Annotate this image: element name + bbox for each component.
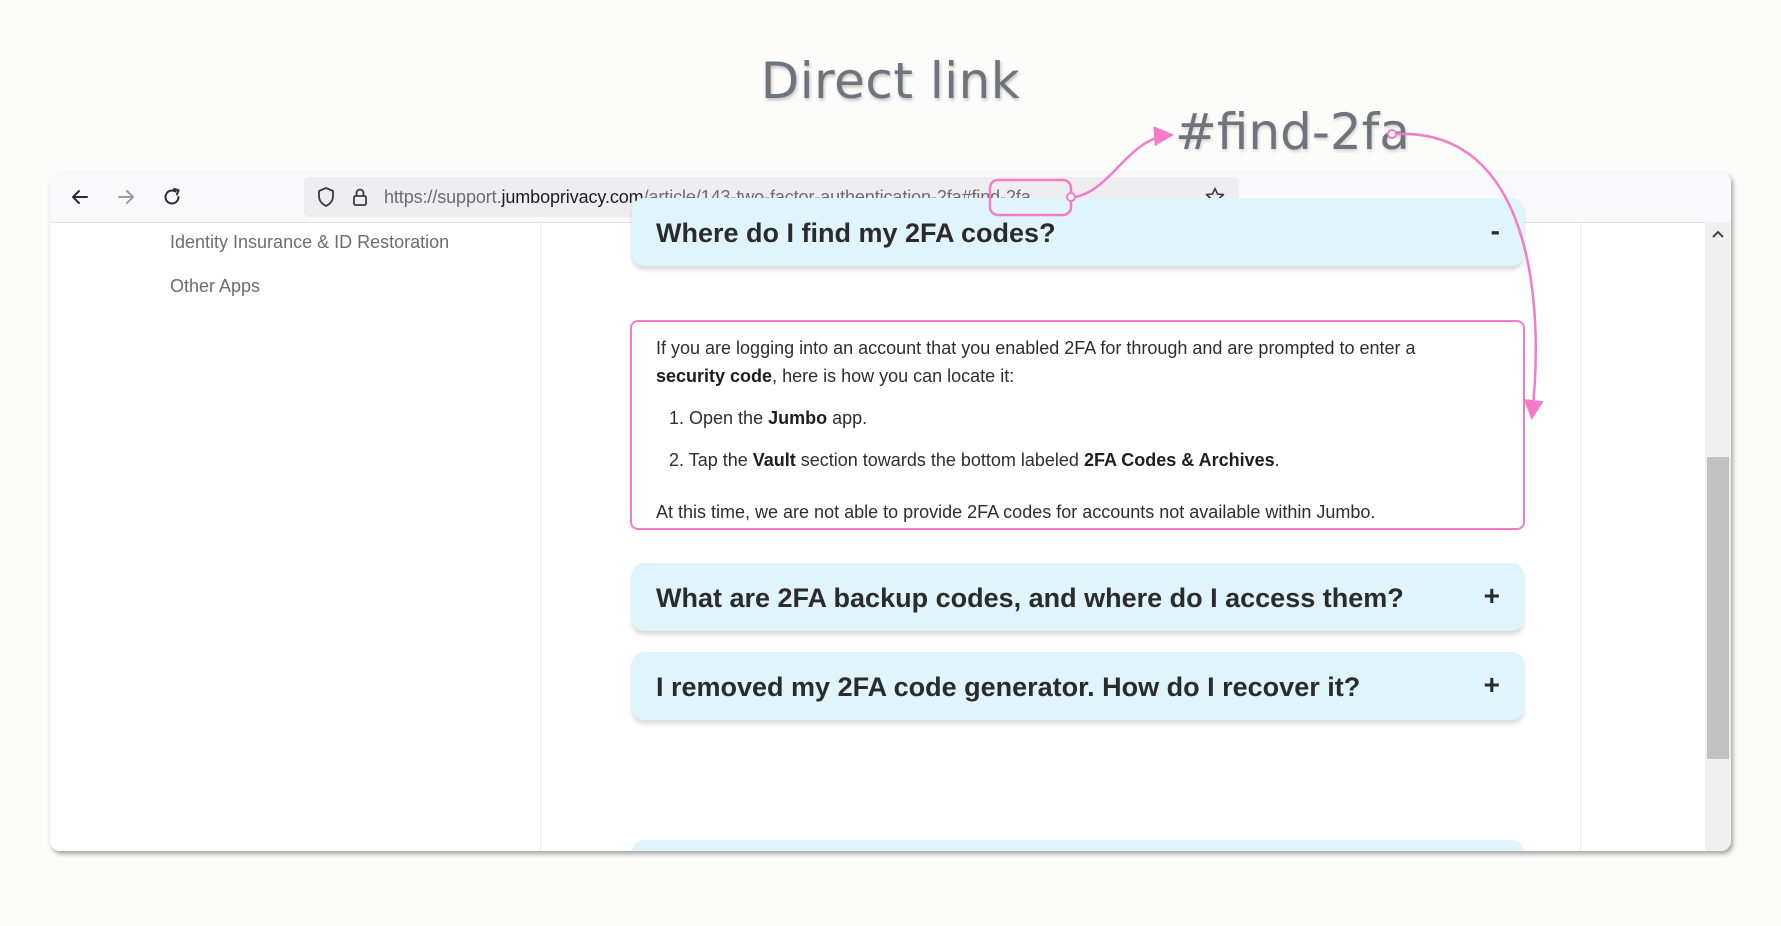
answer-intro-text-end: , here is how you can locate it: [772, 366, 1015, 386]
step-text-end: . [1274, 450, 1280, 470]
scroll-up-icon[interactable] [1712, 230, 1724, 238]
reload-icon [164, 188, 180, 205]
faq-item-recover-generator[interactable]: I removed my 2FA code generator. How do … [632, 652, 1524, 720]
step-text: Open the [684, 408, 769, 428]
back-button[interactable] [64, 181, 96, 213]
headline: Direct link [760, 52, 1021, 110]
answer-step: 1. Open the Jumbo app. [669, 408, 867, 429]
answer-intro: If you are logging into an account that … [656, 334, 1486, 390]
faq-item-backup-codes[interactable]: What are 2FA backup codes, and where do … [632, 563, 1524, 631]
faq-item-find-2fa[interactable]: Where do I find my 2FA codes? - [632, 198, 1524, 266]
shield-icon[interactable] [314, 185, 338, 209]
step-text-end: app. [827, 408, 868, 428]
sidebar-divider [540, 222, 541, 851]
step-text: Tap the [684, 450, 753, 470]
url-domain: jumboprivacy.com [501, 187, 644, 207]
sidebar-item-other-apps[interactable]: Other Apps [170, 276, 260, 297]
step-bold: Vault [752, 450, 796, 470]
content-divider [1580, 222, 1581, 851]
answer-intro-bold: security code [656, 366, 773, 386]
collapse-toggle[interactable]: - [1491, 215, 1500, 247]
expand-toggle[interactable]: + [1484, 669, 1500, 701]
reload-button[interactable] [156, 181, 188, 213]
step-number: 2. [669, 450, 685, 470]
step-bold: 2FA Codes & Archives [1083, 450, 1275, 470]
answer-step: 2. Tap the Vault section towards the bot… [669, 450, 1280, 471]
step-number: 1. [669, 408, 685, 428]
browser-window: https://support.jumboprivacy.com/article… [50, 172, 1731, 851]
lock-icon[interactable] [348, 185, 372, 209]
url-prefix: https://support. [384, 187, 502, 207]
faq-answer: If you are logging into an account that … [630, 320, 1525, 530]
anchor-callout: #find-2fa [1175, 103, 1410, 161]
step-text: section towards the bottom labeled [795, 450, 1084, 470]
faq-question: What are 2FA backup codes, and where do … [656, 583, 1404, 613]
arrow-right-icon [118, 190, 134, 204]
answer-footer: At this time, we are not able to provide… [656, 502, 1376, 522]
arrow-left-icon [72, 190, 88, 204]
faq-question: I removed my 2FA code generator. How do … [656, 672, 1361, 702]
faq-item-partial[interactable] [632, 840, 1524, 851]
step-bold: Jumbo [768, 408, 828, 428]
answer-intro-text: If you are logging into an account that … [656, 338, 1416, 358]
scrollbar-thumb[interactable] [1707, 457, 1729, 759]
faq-question: Where do I find my 2FA codes? [656, 218, 1056, 248]
expand-toggle[interactable]: + [1484, 580, 1500, 612]
forward-button[interactable] [110, 181, 142, 213]
sidebar-item-identity-insurance[interactable]: Identity Insurance & ID Restoration [170, 232, 449, 253]
